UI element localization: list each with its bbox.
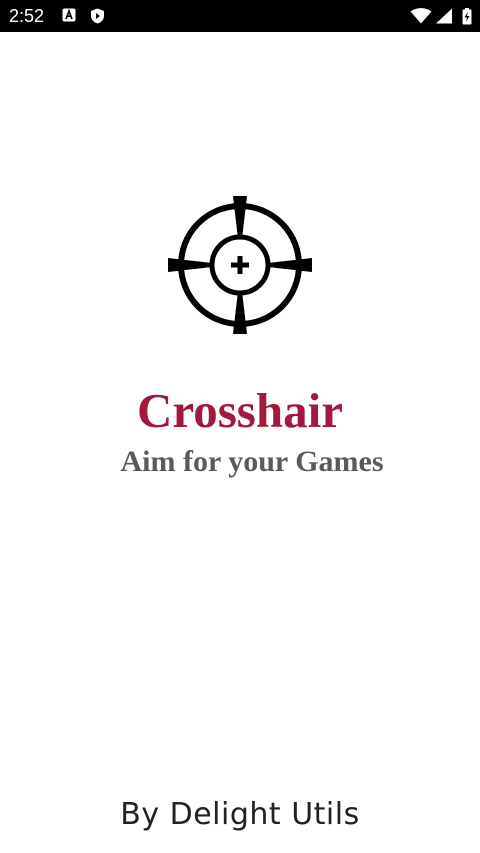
a-notification-icon [62,8,78,24]
crosshair-icon [166,194,314,336]
shield-icon [90,8,106,24]
app-tagline: Aim for your Games [0,444,480,480]
signal-icon [435,8,453,24]
app-tagline-text: Aim for your Games [120,445,384,478]
developer-credit: By Delight Utils [120,797,360,832]
status-time: 2:52 [9,6,45,26]
status-bar: 2:52 [0,0,480,32]
app-title-text: Crosshair [136,383,343,438]
battery-charging-icon [462,8,472,25]
app-title: Crosshair [0,382,480,440]
splash-screen: 2:52 Crosshair Aim for your Games By Del… [0,0,480,853]
wifi-icon [410,8,432,24]
